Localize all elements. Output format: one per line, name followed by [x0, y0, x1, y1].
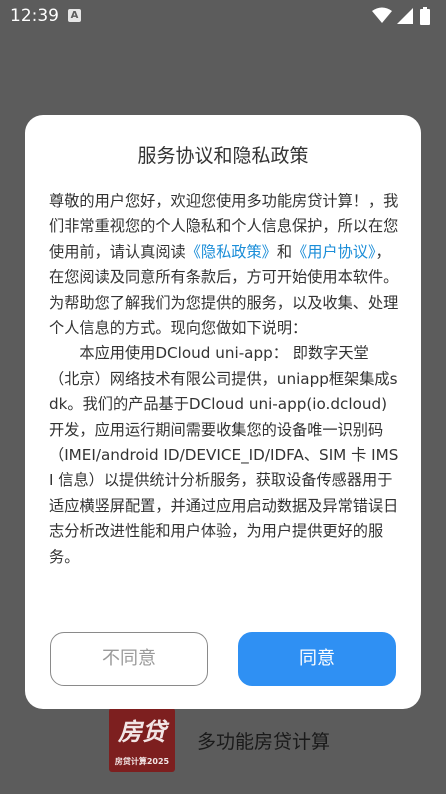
user-agreement-link[interactable]: 《用户协议》: [292, 243, 376, 261]
app-name: 多功能房贷计算: [197, 731, 331, 753]
dialog-title: 服务协议和隐私政策: [137, 145, 309, 167]
battery-icon: [420, 7, 430, 25]
agree-button[interactable]: 同意: [238, 632, 396, 686]
status-time: 12:39: [10, 6, 59, 26]
dialog-body[interactable]: 尊敬的用户您好，欢迎您使用多功能房贷计算！，我们非常重视您的个人隐私和个人信息保…: [49, 189, 399, 615]
privacy-policy-link[interactable]: 《隐私政策》: [186, 243, 277, 261]
signal-icon: [397, 8, 413, 24]
status-icons: [372, 7, 432, 25]
app-logo: 房贷 房贷计算2025: [109, 708, 175, 772]
sdk-paragraph: 本应用使用DCloud uni-app： 即数字天堂（北京）网络技术有限公司提供…: [49, 344, 399, 566]
wifi-icon: [372, 7, 392, 23]
app-logo-subtext: 房贷计算2025: [114, 757, 170, 766]
privacy-dialog: 服务协议和隐私政策 尊敬的用户您好，欢迎您使用多功能房贷计算！，我们非常重视您的…: [25, 115, 421, 709]
disagree-button[interactable]: 不同意: [50, 632, 208, 686]
notification-icon: A: [68, 9, 81, 22]
status-bar: 12:39 A: [0, 0, 446, 32]
purpose-paragraph: 为帮助您了解我们为您提供的服务，以及收集、处理个人信息的方式。现向您做如下说明：: [49, 293, 399, 338]
intro-paragraph: 尊敬的用户您好，欢迎您使用多功能房贷计算！，我们非常重视您的个人隐私和个人信息保…: [49, 189, 399, 291]
app-logo-text: 房贷: [118, 717, 166, 746]
intro-and-text: 和: [276, 242, 292, 261]
